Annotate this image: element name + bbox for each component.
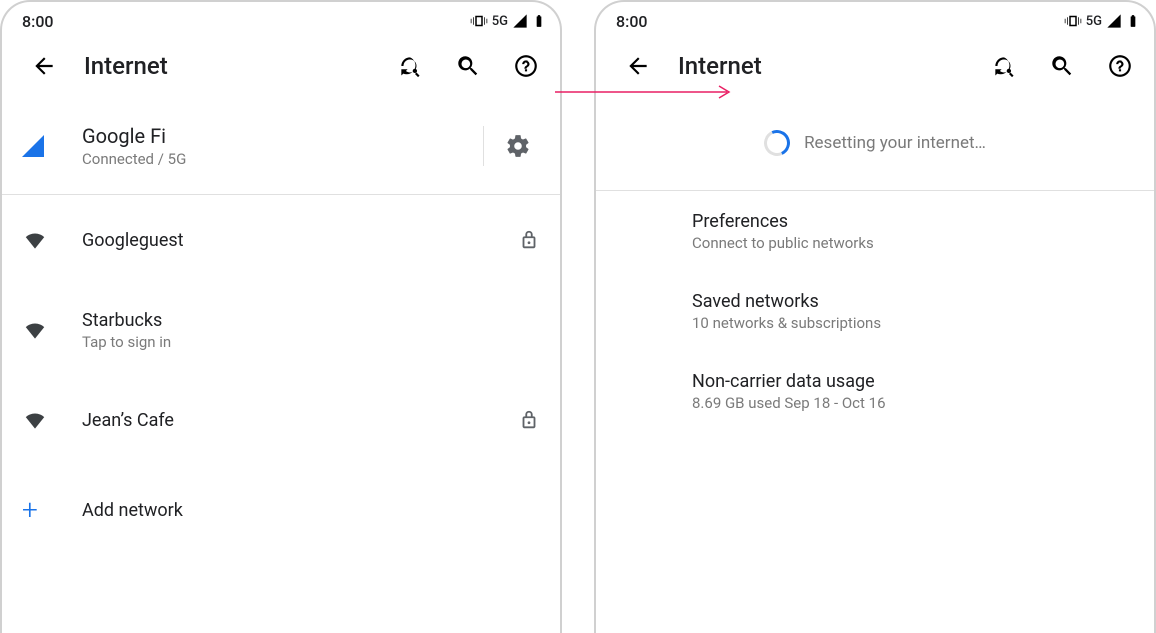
network-status: Tap to sign in: [82, 333, 532, 351]
battery-icon: [532, 12, 546, 30]
wifi-network-row[interactable]: Googleguest: [2, 195, 560, 285]
preference-title: Non-carrier data usage: [692, 371, 1126, 392]
status-time: 8:00: [616, 12, 648, 31]
vibrate-icon: [1064, 12, 1082, 30]
back-button[interactable]: [20, 42, 68, 90]
help-icon: [513, 53, 539, 79]
reset-connectivity-button[interactable]: [386, 42, 434, 90]
app-bar: Internet: [596, 34, 1154, 98]
carrier-row[interactable]: Google Fi Connected / 5G: [2, 98, 560, 194]
search-button[interactable]: [444, 42, 492, 90]
reset-icon: [397, 53, 423, 79]
reset-icon: [991, 53, 1017, 79]
gear-icon: [505, 133, 531, 159]
status-time: 8:00: [22, 12, 54, 31]
search-button[interactable]: [1038, 42, 1086, 90]
arrow-back-icon: [31, 53, 57, 79]
carrier-settings-button[interactable]: [496, 122, 540, 170]
cell-signal-icon: [22, 135, 44, 157]
add-network-row[interactable]: + Add network: [2, 465, 560, 555]
lock-icon: [518, 229, 540, 251]
back-button[interactable]: [614, 42, 662, 90]
network-type-label: 5G: [492, 14, 508, 29]
preference-subtitle: 10 networks & subscriptions: [692, 314, 1126, 332]
app-bar: Internet: [2, 34, 560, 98]
reset-connectivity-button[interactable]: [980, 42, 1028, 90]
wifi-network-row[interactable]: Jean’s Cafe: [2, 375, 560, 465]
status-bar: 8:00 5G: [2, 2, 560, 34]
page-title: Internet: [78, 52, 376, 80]
carrier-name: Google Fi: [82, 124, 475, 148]
wifi-icon: [22, 227, 48, 253]
status-bar: 8:00 5G: [596, 2, 1154, 34]
preference-subtitle: 8.69 GB used Sep 18 - Oct 16: [692, 394, 1126, 412]
wifi-icon: [22, 317, 48, 343]
network-name: Jean’s Cafe: [82, 410, 510, 431]
carrier-status: Connected / 5G: [82, 150, 475, 168]
network-name: Googleguest: [82, 230, 510, 251]
plus-icon: +: [22, 496, 38, 524]
page-title: Internet: [672, 52, 970, 80]
phone-screen-after: 8:00 5G Internet R: [594, 0, 1156, 633]
search-icon: [455, 53, 481, 79]
wifi-icon: [22, 407, 48, 433]
search-icon: [1049, 53, 1075, 79]
network-type-label: 5G: [1086, 14, 1102, 29]
lock-icon: [518, 409, 540, 431]
wifi-network-row[interactable]: Starbucks Tap to sign in: [2, 285, 560, 375]
vibrate-icon: [470, 12, 488, 30]
help-icon: [1107, 53, 1133, 79]
phone-screen-before: 8:00 5G Internet: [0, 0, 562, 633]
help-button[interactable]: [1096, 42, 1144, 90]
saved-networks-row[interactable]: Saved networks 10 networks & subscriptio…: [596, 271, 1154, 351]
spinner-icon: [760, 126, 793, 159]
cell-signal-icon: [1106, 13, 1122, 29]
arrow-back-icon: [625, 53, 651, 79]
battery-icon: [1126, 12, 1140, 30]
data-usage-row[interactable]: Non-carrier data usage 8.69 GB used Sep …: [596, 351, 1154, 431]
resetting-label: Resetting your internet…: [804, 133, 986, 153]
cell-signal-icon: [512, 13, 528, 29]
preference-title: Saved networks: [692, 291, 1126, 312]
add-network-label: Add network: [82, 500, 532, 521]
preferences-row[interactable]: Preferences Connect to public networks: [596, 191, 1154, 271]
network-name: Starbucks: [82, 310, 532, 331]
resetting-banner: Resetting your internet…: [596, 98, 1154, 190]
preference-subtitle: Connect to public networks: [692, 234, 1126, 252]
preference-title: Preferences: [692, 211, 1126, 232]
help-button[interactable]: [502, 42, 550, 90]
